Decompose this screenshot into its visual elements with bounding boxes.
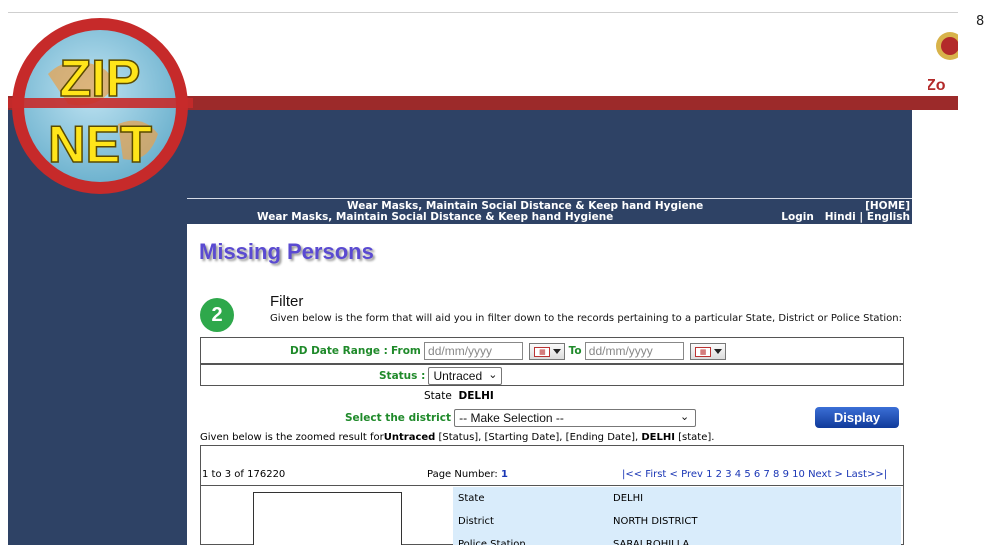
current-page-number: 1 — [500, 469, 508, 480]
record-value: DELHI — [613, 493, 644, 504]
page-link-3[interactable]: 3 — [725, 469, 731, 480]
chevron-down-icon — [714, 348, 723, 354]
state-line: State DELHI — [424, 390, 494, 402]
emblem-text: Zo — [928, 77, 946, 94]
header-banner — [187, 110, 912, 198]
status-row: Status : Untraced ⌄ — [200, 364, 904, 386]
district-line: Select the district -- Make Selection --… — [345, 409, 697, 427]
zoom-summary-suffix: [state]. — [674, 432, 715, 443]
district-select[interactable]: -- Make Selection -- ⌄ — [454, 409, 697, 427]
page-number-label: Page Number: — [427, 469, 498, 480]
zoom-summary-status: Untraced — [383, 432, 436, 443]
police-emblem: Zo — [928, 18, 958, 94]
page-link-6[interactable]: 6 — [754, 469, 760, 480]
district-label: Select the district — [345, 412, 451, 424]
zoom-summary-prefix: Given below is the zoomed result for — [200, 432, 384, 443]
step-number-badge: 2 — [200, 298, 234, 332]
record-value: NORTH DISTRICT — [613, 516, 698, 527]
english-link[interactable]: English — [867, 211, 910, 223]
from-date-input[interactable]: dd/mm/yyyy — [424, 342, 524, 360]
status-label: Status : — [379, 370, 426, 382]
link-separator: | — [859, 211, 864, 223]
to-label: To — [568, 345, 582, 357]
page-link-4[interactable]: 4 — [735, 469, 741, 480]
record-row: District NORTH DISTRICT — [453, 510, 901, 533]
status-select[interactable]: Untraced ⌄ — [428, 367, 503, 385]
page-title: Missing Persons — [199, 239, 374, 264]
hindi-link[interactable]: Hindi — [825, 211, 856, 223]
page-link-7[interactable]: 7 — [763, 469, 769, 480]
zoom-summary-mid: [Status], [Starting Date], [Ending Date]… — [435, 432, 642, 443]
person-photo[interactable] — [253, 492, 402, 545]
record-row: Police Station SARAI ROHILLA — [453, 533, 901, 545]
page-link-8[interactable]: 8 — [773, 469, 779, 480]
chevron-down-icon: ⌄ — [679, 411, 690, 423]
to-date-input[interactable]: dd/mm/yyyy — [584, 342, 684, 360]
page-link-2[interactable]: 2 — [716, 469, 722, 480]
zoom-summary-state: DELHI — [641, 432, 675, 443]
chevron-down-icon: ⌄ — [488, 369, 498, 381]
top-divider — [8, 12, 958, 13]
record-divider — [200, 485, 903, 486]
to-calendar-button[interactable]: ▦ — [690, 342, 727, 360]
calendar-icon: ▦ — [534, 346, 551, 357]
logo-text-net: NET — [48, 116, 152, 174]
zipnet-logo[interactable]: ZIP NET — [8, 14, 193, 199]
page-link-1[interactable]: 1 — [706, 469, 712, 480]
calendar-icon: ▦ — [695, 346, 712, 357]
login-link[interactable]: Login — [781, 211, 814, 223]
pager-next-last[interactable]: Next > Last>>| — [808, 469, 887, 480]
pager-first-prev[interactable]: |<< First < Prev — [622, 469, 703, 480]
page-link-5[interactable]: 5 — [744, 469, 750, 480]
ticker-message-2: Wear Masks, Maintain Social Distance & K… — [257, 211, 614, 223]
district-select-value: -- Make Selection -- — [459, 411, 564, 425]
date-range-label: DD Date Range : — [290, 345, 388, 357]
page-link-9[interactable]: 9 — [783, 469, 789, 480]
record-label: District — [458, 516, 494, 527]
state-value: DELHI — [458, 390, 494, 402]
chevron-down-icon — [553, 348, 562, 354]
page-number-indicator: Page Number: 1 — [427, 469, 508, 480]
state-label: State — [424, 390, 452, 402]
status-select-value: Untraced — [433, 369, 483, 383]
date-range-row: DD Date Range : From dd/mm/yyyy ▦ To dd/… — [200, 337, 904, 364]
from-calendar-button[interactable]: ▦ — [529, 342, 566, 360]
filter-title: Filter — [270, 293, 304, 310]
from-label: From — [391, 345, 421, 357]
page-link-10[interactable]: 10 — [792, 469, 805, 480]
logo-text-zip: ZIP — [60, 50, 141, 108]
record-row: State DELHI — [453, 487, 901, 510]
ticker-bar: Wear Masks, Maintain Social Distance & K… — [187, 198, 912, 224]
language-links: Login Hindi | English — [781, 212, 910, 223]
filter-description: Given below is the form that will aid yo… — [270, 313, 903, 324]
record-label: State — [458, 493, 485, 504]
results-range: 1 to 3 of 176220 — [202, 469, 286, 480]
display-button[interactable]: Display — [815, 407, 899, 428]
record-value: SARAI ROHILLA — [613, 539, 690, 545]
pager: |<< First < Prev 1 2 3 4 5 6 7 8 9 10 Ne… — [622, 469, 887, 480]
zoom-summary: Given below is the zoomed result forUntr… — [200, 432, 714, 443]
record-label: Police Station — [458, 539, 526, 545]
page-marker: 8 — [976, 14, 985, 29]
